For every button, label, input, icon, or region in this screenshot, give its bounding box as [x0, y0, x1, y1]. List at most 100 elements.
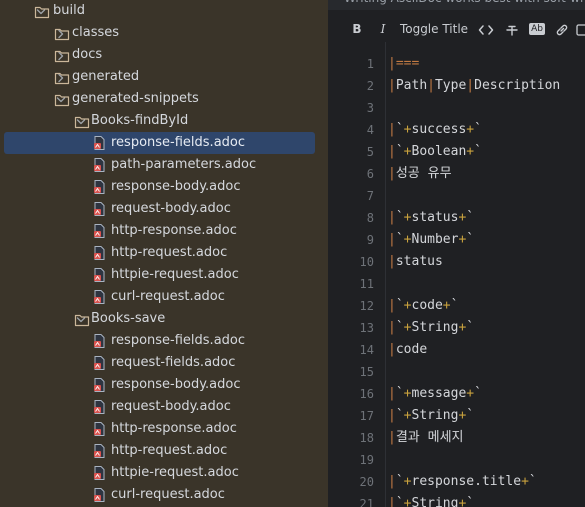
- tree-file[interactable]: response-fields.adoc: [0, 330, 322, 352]
- tree-item-label: http-response.adoc: [111, 223, 237, 238]
- tree-file[interactable]: path-parameters.adoc: [0, 154, 322, 176]
- code-line[interactable]: |code: [388, 339, 427, 361]
- code-line[interactable]: |===: [388, 53, 419, 75]
- code-line[interactable]: |`+Number+`: [388, 229, 474, 251]
- monospace-label: Ab: [529, 23, 545, 35]
- italic-button[interactable]: I: [374, 20, 392, 39]
- tree-item-label: build: [53, 3, 85, 18]
- tree-item-label: Books-save: [91, 311, 166, 326]
- line-number: 7: [366, 189, 374, 203]
- line-number: 8: [366, 211, 374, 225]
- line-number: 5: [366, 145, 374, 159]
- tree-file[interactable]: http-response.adoc: [0, 220, 322, 242]
- line-number: 6: [366, 167, 374, 181]
- tree-item-label: curl-request.adoc: [111, 289, 225, 304]
- line-number: 20: [359, 475, 374, 489]
- tree-item-label: request-body.adoc: [111, 201, 231, 216]
- link-icon[interactable]: [552, 20, 572, 39]
- tree-item-label: httpie-request.adoc: [111, 267, 239, 282]
- image-icon[interactable]: [576, 20, 585, 39]
- toggle-title-button[interactable]: Toggle Title: [398, 20, 470, 39]
- code-line[interactable]: |`+Boolean+`: [388, 141, 482, 163]
- tree-file[interactable]: request-fields.adoc: [0, 352, 322, 374]
- tree-file[interactable]: curl-request.adoc: [0, 484, 322, 506]
- line-number: 21: [359, 497, 374, 507]
- tree-folder[interactable]: Books-findById: [0, 110, 322, 132]
- tree-file[interactable]: http-request.adoc: [0, 242, 322, 264]
- project-tree-panel: build classes docs generated generated-snipp…: [0, 0, 328, 507]
- line-number: 19: [359, 453, 374, 467]
- tree-file[interactable]: response-body.adoc: [0, 374, 322, 396]
- code-line[interactable]: |`+String+`: [388, 493, 474, 507]
- tree-item-label: request-body.adoc: [111, 399, 231, 414]
- tree-item-label: httpie-request.adoc: [111, 465, 239, 480]
- code-line[interactable]: |성공 유무: [388, 163, 452, 185]
- tree-folder[interactable]: build: [0, 0, 322, 22]
- tree-item-label: generated-snippets: [72, 91, 199, 106]
- adoc-file-icon: [93, 289, 106, 305]
- adoc-file-icon: [93, 179, 106, 195]
- folder-icon: [34, 4, 50, 19]
- adoc-file-icon: [93, 245, 106, 261]
- code-line[interactable]: |`+String+`: [388, 317, 474, 339]
- tree-file[interactable]: response-body.adoc: [0, 176, 322, 198]
- line-number: 17: [359, 409, 374, 423]
- code-line[interactable]: |status: [388, 251, 443, 273]
- tree-file[interactable]: http-response.adoc: [0, 418, 322, 440]
- folder-icon: [74, 114, 90, 129]
- code-brackets-icon[interactable]: [476, 20, 496, 39]
- folder-icon: [54, 70, 70, 85]
- tree-item-label: path-parameters.adoc: [111, 157, 257, 172]
- code-line[interactable]: |결과 메세지: [388, 427, 464, 449]
- code-line[interactable]: |`+status+`: [388, 207, 474, 229]
- adoc-file-icon: [93, 421, 106, 437]
- editor-panel: Writing AsciiDoc works best with soft-wr…: [328, 0, 585, 507]
- adoc-file-icon: [93, 201, 106, 217]
- code-line[interactable]: |Path|Type|Description: [388, 75, 560, 97]
- code-line[interactable]: |`+success+`: [388, 119, 482, 141]
- tree-folder[interactable]: classes: [0, 22, 322, 44]
- line-number: 3: [366, 101, 374, 115]
- code-line[interactable]: |`+String+`: [388, 405, 474, 427]
- tree-file[interactable]: curl-request.adoc: [0, 286, 322, 308]
- tree-file[interactable]: response-fields.adoc: [4, 132, 315, 154]
- adoc-file-icon: [93, 267, 106, 283]
- tree-item-label: http-request.adoc: [111, 443, 228, 458]
- code-line[interactable]: |`+message+`: [388, 383, 482, 405]
- line-number: 4: [366, 123, 374, 137]
- tree-file[interactable]: httpie-request.adoc: [0, 462, 322, 484]
- line-number: 10: [359, 255, 374, 269]
- adoc-file-icon: [93, 377, 106, 393]
- tree-item-label: classes: [72, 25, 120, 40]
- tree-folder[interactable]: Books-save: [0, 308, 322, 330]
- line-number: 16: [359, 387, 374, 401]
- tree-item-label: curl-request.adoc: [111, 487, 225, 502]
- tree-file[interactable]: http-request.adoc: [0, 440, 322, 462]
- line-number: 2: [366, 79, 374, 93]
- tree-item-label: response-fields.adoc: [111, 135, 246, 150]
- tree-folder[interactable]: docs: [0, 44, 322, 66]
- line-number: 12: [359, 299, 374, 313]
- tree-file[interactable]: request-body.adoc: [0, 396, 322, 418]
- tree-folder[interactable]: generated-snippets: [0, 88, 322, 110]
- tree-item-label: http-request.adoc: [111, 245, 228, 260]
- adoc-file-icon: [93, 487, 106, 503]
- line-number: 18: [359, 431, 374, 445]
- code-line[interactable]: |`+code+`: [388, 295, 458, 317]
- strikethrough-icon[interactable]: [502, 20, 522, 39]
- adoc-file-icon: [93, 399, 106, 415]
- tree-item-label: generated: [72, 69, 140, 84]
- line-number: 13: [359, 321, 374, 335]
- monospace-button[interactable]: Ab: [528, 20, 546, 39]
- code-line[interactable]: |`+response.title+`: [388, 471, 537, 493]
- tree-folder[interactable]: generated: [0, 66, 322, 88]
- tree-item-label: http-response.adoc: [111, 421, 237, 436]
- tree-item-label: response-fields.adoc: [111, 333, 246, 348]
- tree-file[interactable]: request-body.adoc: [0, 198, 322, 220]
- asciidoc-toolbar: B I Toggle Title Ab: [328, 17, 585, 42]
- adoc-file-icon: [93, 465, 106, 481]
- bold-button[interactable]: B: [348, 20, 366, 39]
- tree-file[interactable]: httpie-request.adoc: [0, 264, 322, 286]
- tree-item-label: response-body.adoc: [111, 179, 241, 194]
- tree-item-label: request-fields.adoc: [111, 355, 236, 370]
